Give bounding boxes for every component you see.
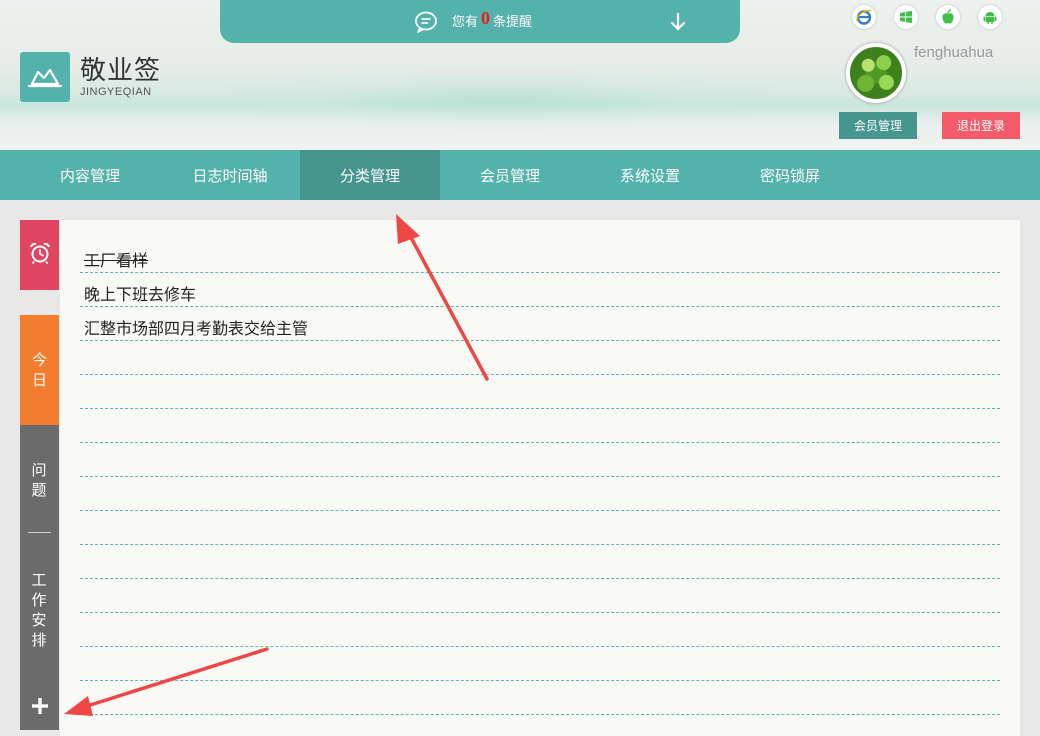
ruled-line xyxy=(80,374,1000,375)
nav-item-lock-screen[interactable]: 密码锁屏 xyxy=(720,150,860,200)
windows-icon[interactable] xyxy=(894,5,918,29)
ruled-line xyxy=(80,306,1000,307)
ruled-line xyxy=(80,510,1000,511)
nav-item-content[interactable]: 内容管理 xyxy=(20,150,160,200)
logo-subtitle: JINGYEQIAN xyxy=(80,86,152,98)
ruled-line xyxy=(80,714,1000,715)
sidebar-divider xyxy=(28,532,51,533)
task-list-panel: 工厂看样 晚上下班去修车 汇整市场部四月考勤表交给主管 xyxy=(60,220,1020,736)
plus-icon xyxy=(31,697,49,719)
nav-item-category[interactable]: 分类管理 xyxy=(300,150,440,200)
ruled-line xyxy=(80,680,1000,681)
ruled-line xyxy=(80,272,1000,273)
ruled-line xyxy=(80,544,1000,545)
sidebar-categories: 问题 工作安排 xyxy=(20,425,59,686)
nav-item-timeline[interactable]: 日志时间轴 xyxy=(160,150,300,200)
reminder-prefix: 您有 xyxy=(452,14,479,29)
reminder-bar[interactable]: 您有 0 条提醒 xyxy=(220,0,740,43)
ruled-line xyxy=(80,612,1000,613)
android-icon[interactable] xyxy=(978,5,1002,29)
ruled-line xyxy=(80,340,1000,341)
ruled-line xyxy=(80,578,1000,579)
ruled-line xyxy=(80,408,1000,409)
task-item[interactable]: 晚上下班去修车 xyxy=(84,281,196,305)
ruled-line xyxy=(80,646,1000,647)
reminder-text: 您有 0 条提醒 xyxy=(452,8,533,30)
task-item[interactable]: 汇整市场部四月考勤表交给主管 xyxy=(84,315,308,339)
chat-bubble-icon xyxy=(414,11,438,37)
username: fenghuahua xyxy=(914,44,994,61)
logo-title: 敬业签 xyxy=(80,56,162,86)
tab-work-schedule[interactable]: 工作安排 xyxy=(31,570,47,650)
logo-icon[interactable] xyxy=(20,52,70,102)
nav-item-member[interactable]: 会员管理 xyxy=(440,150,580,200)
alarm-tab[interactable] xyxy=(20,220,59,290)
ruled-line xyxy=(80,442,1000,443)
ie-icon[interactable] xyxy=(852,5,876,29)
main-nav: 内容管理 日志时间轴 分类管理 会员管理 系统设置 密码锁屏 xyxy=(0,150,1040,200)
member-management-button[interactable]: 会员管理 xyxy=(839,112,917,139)
tab-issue[interactable]: 问题 xyxy=(31,460,47,500)
reminder-suffix: 条提醒 xyxy=(493,14,533,29)
header: 敬业签 JINGYEQIAN 您有 0 条提醒 fenghuahua 会员管理 … xyxy=(0,0,1040,150)
apple-icon[interactable] xyxy=(936,5,960,29)
add-category-button[interactable] xyxy=(20,686,59,730)
tab-today[interactable]: 今日 xyxy=(20,315,59,425)
logout-button[interactable]: 退出登录 xyxy=(942,112,1020,139)
header-background-haze xyxy=(200,70,800,130)
ruled-line xyxy=(80,476,1000,477)
reminder-count: 0 xyxy=(481,8,491,28)
task-item[interactable]: 工厂看样 xyxy=(84,247,148,271)
arrow-down-icon[interactable] xyxy=(669,12,687,36)
avatar[interactable] xyxy=(846,43,906,103)
tab-today-label: 今日 xyxy=(31,351,47,389)
alarm-clock-icon xyxy=(28,241,52,269)
nav-item-settings[interactable]: 系统设置 xyxy=(580,150,720,200)
